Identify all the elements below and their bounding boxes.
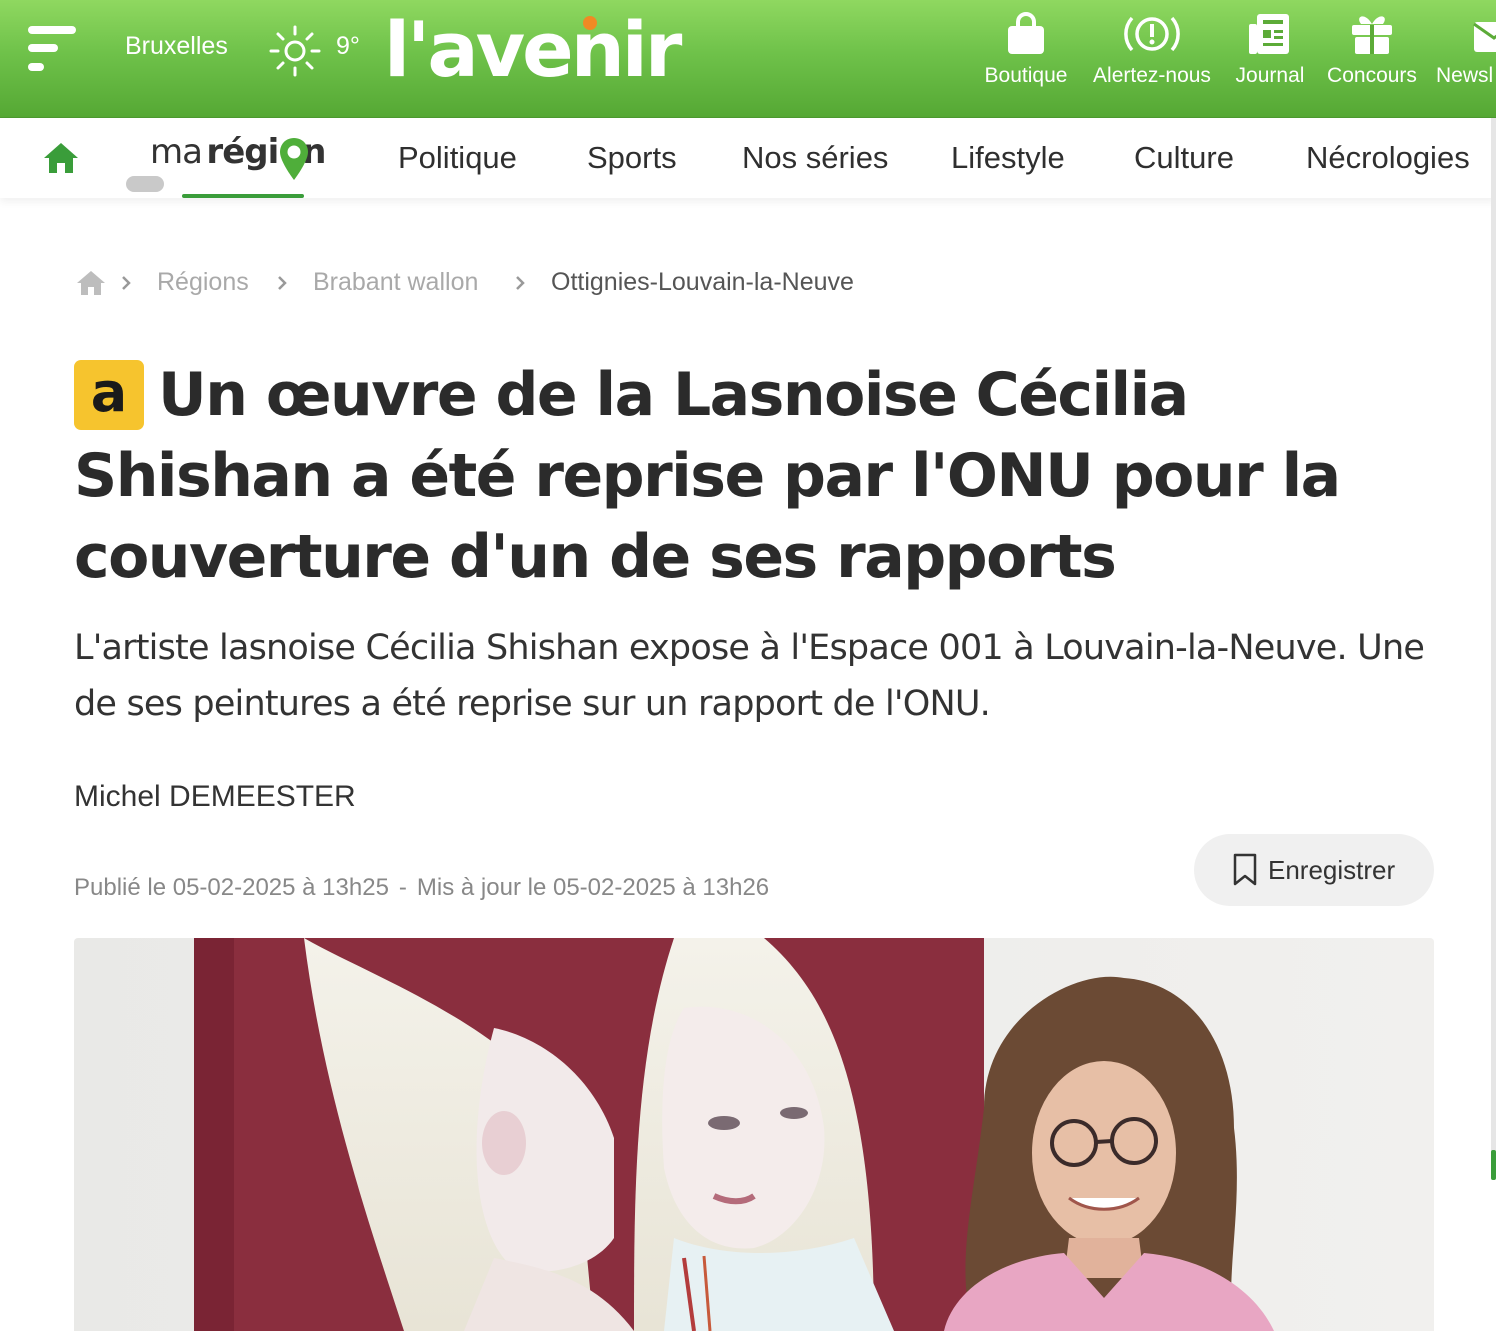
- nav-ma-region[interactable]: ma régi n: [150, 132, 326, 192]
- date-separator: -: [398, 874, 407, 901]
- chevron-right-icon: [516, 276, 525, 290]
- nav-concours[interactable]: Concours: [1324, 10, 1420, 106]
- chevron-right-icon: [122, 276, 131, 290]
- newspaper-icon: [1249, 14, 1289, 54]
- nav-sports[interactable]: Sports: [587, 140, 677, 176]
- article-title-text: Un œuvre de la Lasnoise Cécilia Shishan …: [74, 360, 1341, 592]
- weather-temperature: 9°: [336, 32, 360, 60]
- nav-lifestyle[interactable]: Lifestyle: [951, 140, 1065, 176]
- logo-text: l'avenir: [384, 5, 682, 94]
- updated-date: Mis à jour le 05-02-2025 à 13h26: [416, 874, 770, 901]
- scrollbar-thumb[interactable]: [1491, 1150, 1496, 1180]
- article-hero-image[interactable]: [74, 938, 1434, 1331]
- bookmark-icon: [1233, 853, 1257, 886]
- nav-boutique[interactable]: Boutique: [980, 10, 1072, 106]
- nav-politique[interactable]: Politique: [398, 140, 517, 176]
- breadcrumb-ottignies[interactable]: Ottignies-Louvain-la-Neuve: [551, 268, 854, 297]
- location-pin-icon: [280, 138, 308, 180]
- gift-icon: [1352, 16, 1392, 54]
- nav-culture[interactable]: Culture: [1134, 140, 1234, 176]
- breadcrumb-brabant-wallon[interactable]: Brabant wallon: [313, 268, 478, 297]
- article-title: a Un œuvre de la Lasnoise Cécilia Shishan…: [74, 355, 1444, 598]
- save-article-button[interactable]: Enregistrer: [1194, 834, 1434, 906]
- nav-nos-series[interactable]: Nos séries: [742, 140, 888, 176]
- scrollbar-track[interactable]: [1491, 118, 1496, 1178]
- section-nav: ma régi n Politique Sports Nos séries Lif…: [0, 118, 1496, 198]
- alert-icon: [1124, 16, 1180, 52]
- article-lede: L'artiste lasnoise Cécilia Shishan expos…: [74, 628, 1425, 724]
- chevron-right-icon: [278, 276, 287, 290]
- nav-newsletter[interactable]: Newsl: [1436, 10, 1496, 106]
- nav-alertez-nous[interactable]: Alertez-nous: [1088, 10, 1216, 106]
- article-author[interactable]: Michel DEMEESTER: [74, 780, 356, 814]
- top-header: Bruxelles 9° l'avenir Boutique Alertez-n…: [0, 0, 1496, 118]
- active-section-underline: [182, 194, 304, 198]
- breadcrumb-home-icon[interactable]: [76, 269, 106, 297]
- breadcrumb-regions[interactable]: Régions: [157, 268, 249, 297]
- premium-badge: a: [74, 360, 144, 430]
- sun-icon: [269, 25, 321, 77]
- published-date: Publié le 05-02-2025 à 13h25: [74, 874, 389, 901]
- nav-necrologies[interactable]: Nécrologies: [1306, 140, 1470, 176]
- home-icon[interactable]: [42, 140, 80, 176]
- logo-dot: [583, 16, 597, 30]
- shopping-bag-icon: [1008, 12, 1044, 54]
- weather-city[interactable]: Bruxelles: [125, 32, 228, 61]
- menu-icon[interactable]: [28, 24, 78, 74]
- article-dates: Publié le 05-02-2025 à 13h25- Mis à jour …: [74, 874, 769, 902]
- nav-journal[interactable]: Journal: [1232, 10, 1308, 106]
- mail-icon: [1473, 22, 1496, 52]
